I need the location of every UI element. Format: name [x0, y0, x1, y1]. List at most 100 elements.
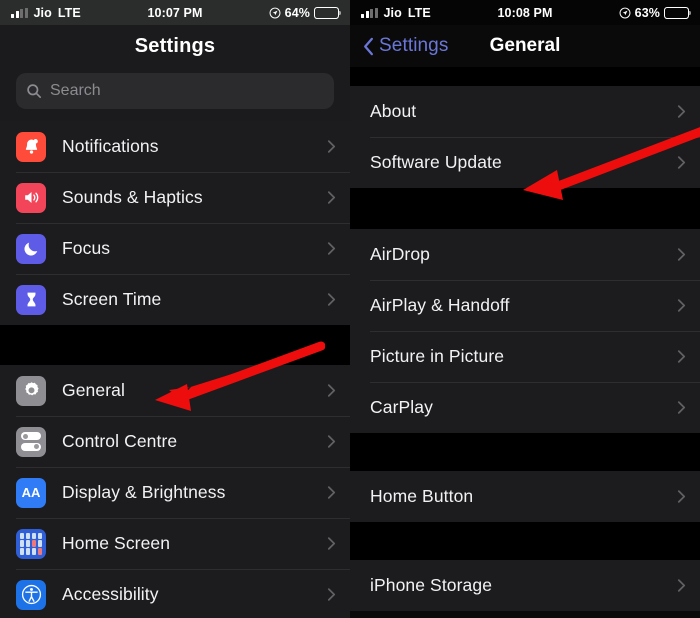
- toggles-icon: [16, 426, 46, 457]
- row-label: Screen Time: [62, 289, 162, 309]
- battery-icon: [664, 6, 692, 19]
- location-arrow-icon: [619, 7, 631, 19]
- general-section-1: About Software Update: [350, 86, 700, 188]
- row-label: AirPlay & Handoff: [370, 295, 510, 315]
- general-section-4: iPhone Storage: [350, 560, 700, 611]
- chevron-right-icon: [327, 383, 336, 398]
- speaker-icon: [16, 182, 46, 213]
- settings-row-focus[interactable]: Focus: [0, 223, 350, 274]
- right-phone-screen: Jio LTE 10:08 PM 63% Settings General Ab…: [350, 0, 700, 618]
- settings-section-1: Notifications Sounds & Haptics Focus Scr…: [0, 121, 350, 325]
- aa-icon: AA: [16, 477, 46, 508]
- settings-row-accessibility[interactable]: Accessibility: [0, 569, 350, 618]
- general-row-carplay[interactable]: CarPlay: [350, 382, 700, 433]
- network-type-label: LTE: [57, 5, 81, 20]
- settings-row-notifications[interactable]: Notifications: [0, 121, 350, 172]
- general-section-2: AirDrop AirPlay & Handoff Picture in Pic…: [350, 229, 700, 433]
- settings-row-screen-time[interactable]: Screen Time: [0, 274, 350, 325]
- status-bar-right-group: 63%: [619, 5, 692, 20]
- bell-icon: [16, 131, 46, 162]
- network-type-label: LTE: [407, 5, 431, 20]
- chevron-right-icon: [327, 190, 336, 205]
- gear-icon: [16, 375, 46, 406]
- status-bar-right-group: 64%: [269, 5, 342, 20]
- carrier-label: Jio: [33, 5, 52, 20]
- general-row-picture-in-picture[interactable]: Picture in Picture: [350, 331, 700, 382]
- left-nav-bar: Settings: [0, 25, 350, 67]
- chevron-right-icon: [677, 155, 686, 170]
- search-placeholder: Search: [50, 82, 101, 99]
- row-label: General: [62, 380, 125, 400]
- page-title: Settings: [134, 34, 216, 57]
- row-label: About: [370, 101, 417, 121]
- battery-percent-label: 63%: [634, 5, 660, 20]
- general-row-airdrop[interactable]: AirDrop: [350, 229, 700, 280]
- search-bar-container: Search: [0, 67, 350, 121]
- general-section-3: Home Button: [350, 471, 700, 522]
- row-label: Display & Brightness: [62, 482, 226, 502]
- general-row-iphone-storage[interactable]: iPhone Storage: [350, 560, 700, 611]
- row-label: Home Button: [370, 486, 474, 506]
- chevron-right-icon: [677, 104, 686, 119]
- row-label: Notifications: [62, 136, 159, 156]
- dual-screenshot-container: Jio LTE 10:07 PM 64% Settings Search Not…: [0, 0, 700, 618]
- search-icon: [26, 83, 42, 99]
- battery-percent-label: 64%: [284, 5, 310, 20]
- settings-row-general[interactable]: General: [0, 365, 350, 416]
- section-gap: [350, 188, 700, 229]
- row-label: Control Centre: [62, 431, 178, 451]
- status-bar-left-group: Jio LTE: [11, 6, 81, 20]
- row-label: Home Screen: [62, 533, 171, 553]
- cellular-bars-icon: [361, 7, 378, 18]
- section-gap: [350, 522, 700, 560]
- section-gap: [0, 325, 350, 365]
- chevron-right-icon: [677, 247, 686, 262]
- section-gap: [350, 433, 700, 471]
- cellular-bars-icon: [11, 7, 28, 18]
- settings-row-home-screen[interactable]: Home Screen: [0, 518, 350, 569]
- hourglass-icon: [16, 284, 46, 315]
- left-phone-screen: Jio LTE 10:07 PM 64% Settings Search Not…: [0, 0, 350, 618]
- left-status-bar: Jio LTE 10:07 PM 64%: [0, 0, 350, 25]
- chevron-right-icon: [327, 587, 336, 602]
- chevron-right-icon: [327, 292, 336, 307]
- chevron-right-icon: [677, 349, 686, 364]
- row-label: Accessibility: [62, 584, 159, 604]
- settings-row-display-brightness[interactable]: AA Display & Brightness: [0, 467, 350, 518]
- chevron-right-icon: [677, 298, 686, 313]
- row-label: AirDrop: [370, 244, 431, 264]
- chevron-right-icon: [327, 241, 336, 256]
- settings-section-2: General Control Centre AA Display & Brig…: [0, 365, 350, 618]
- row-label: Picture in Picture: [370, 346, 505, 366]
- right-status-bar: Jio LTE 10:08 PM 63%: [350, 0, 700, 25]
- clock-label: 10:07 PM: [147, 5, 203, 20]
- row-label: Focus: [62, 238, 111, 258]
- chevron-right-icon: [677, 578, 686, 593]
- chevron-right-icon: [327, 536, 336, 551]
- general-row-home-button[interactable]: Home Button: [350, 471, 700, 522]
- row-label: Sounds & Haptics: [62, 187, 203, 207]
- location-arrow-icon: [269, 7, 281, 19]
- chevron-right-icon: [327, 434, 336, 449]
- search-input[interactable]: Search: [16, 73, 334, 109]
- chevron-right-icon: [677, 489, 686, 504]
- status-bar-left-group: Jio LTE: [361, 6, 431, 20]
- general-row-airplay-handoff[interactable]: AirPlay & Handoff: [350, 280, 700, 331]
- accessibility-icon: [16, 579, 46, 610]
- row-label: Software Update: [370, 152, 502, 172]
- chevron-right-icon: [677, 400, 686, 415]
- back-button[interactable]: Settings: [363, 35, 448, 57]
- right-nav-bar: Settings General: [350, 25, 700, 67]
- settings-row-sounds-haptics[interactable]: Sounds & Haptics: [0, 172, 350, 223]
- chevron-left-icon: [363, 37, 375, 56]
- moon-icon: [16, 233, 46, 264]
- general-row-about[interactable]: About: [350, 86, 700, 137]
- settings-row-control-centre[interactable]: Control Centre: [0, 416, 350, 467]
- clock-label: 10:08 PM: [497, 5, 553, 20]
- general-row-software-update[interactable]: Software Update: [350, 137, 700, 188]
- row-label: iPhone Storage: [370, 575, 493, 595]
- chevron-right-icon: [327, 485, 336, 500]
- chevron-right-icon: [327, 139, 336, 154]
- app-grid-icon: [16, 528, 46, 559]
- top-gap: [350, 67, 700, 86]
